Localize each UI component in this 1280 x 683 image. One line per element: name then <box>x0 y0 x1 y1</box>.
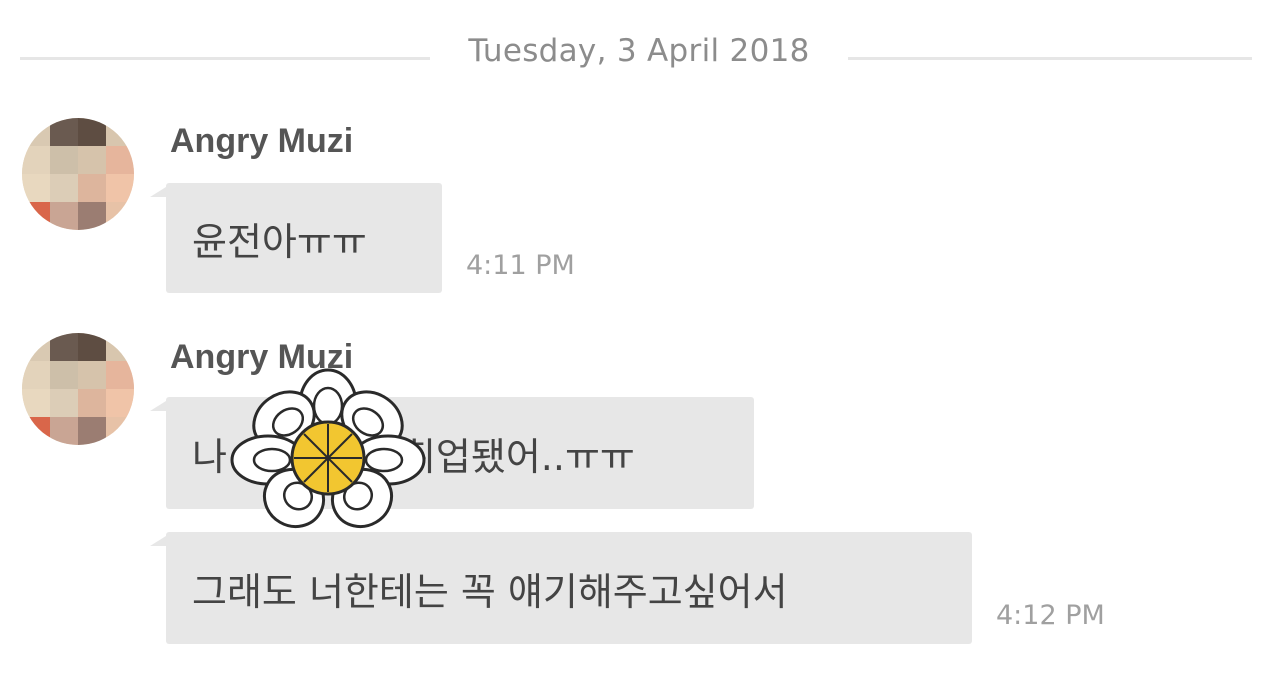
divider-line-left <box>20 57 430 60</box>
date-divider: Tuesday, 3 April 2018 <box>20 30 1252 78</box>
message-timestamp: 4:11 PM <box>466 250 575 281</box>
bubble-tail <box>150 401 166 411</box>
message-text-continued: 취업됐어..ㅠㅠ <box>400 434 635 479</box>
sender-name: Angry Muzi <box>170 122 354 160</box>
divider-line-right <box>848 57 1252 60</box>
message-bubble[interactable]: 그래도 너한테는 꼭 얘기해주고싶어서 <box>150 532 972 644</box>
message-text: 윤전아ㅠㅠ <box>192 219 367 264</box>
message-text: 나 <box>192 434 227 479</box>
date-label: Tuesday, 3 April 2018 <box>468 33 810 69</box>
bubble-tail <box>150 187 166 197</box>
message-timestamp: 4:12 PM <box>996 600 1105 631</box>
bubble-tail <box>150 536 166 546</box>
message-bubble[interactable]: 윤전아ㅠㅠ <box>150 183 442 293</box>
flower-sticker-icon <box>230 368 426 529</box>
avatar[interactable] <box>22 118 134 230</box>
message-text: 그래도 너한테는 꼭 얘기해주고싶어서 <box>192 569 788 614</box>
avatar[interactable] <box>22 333 134 445</box>
